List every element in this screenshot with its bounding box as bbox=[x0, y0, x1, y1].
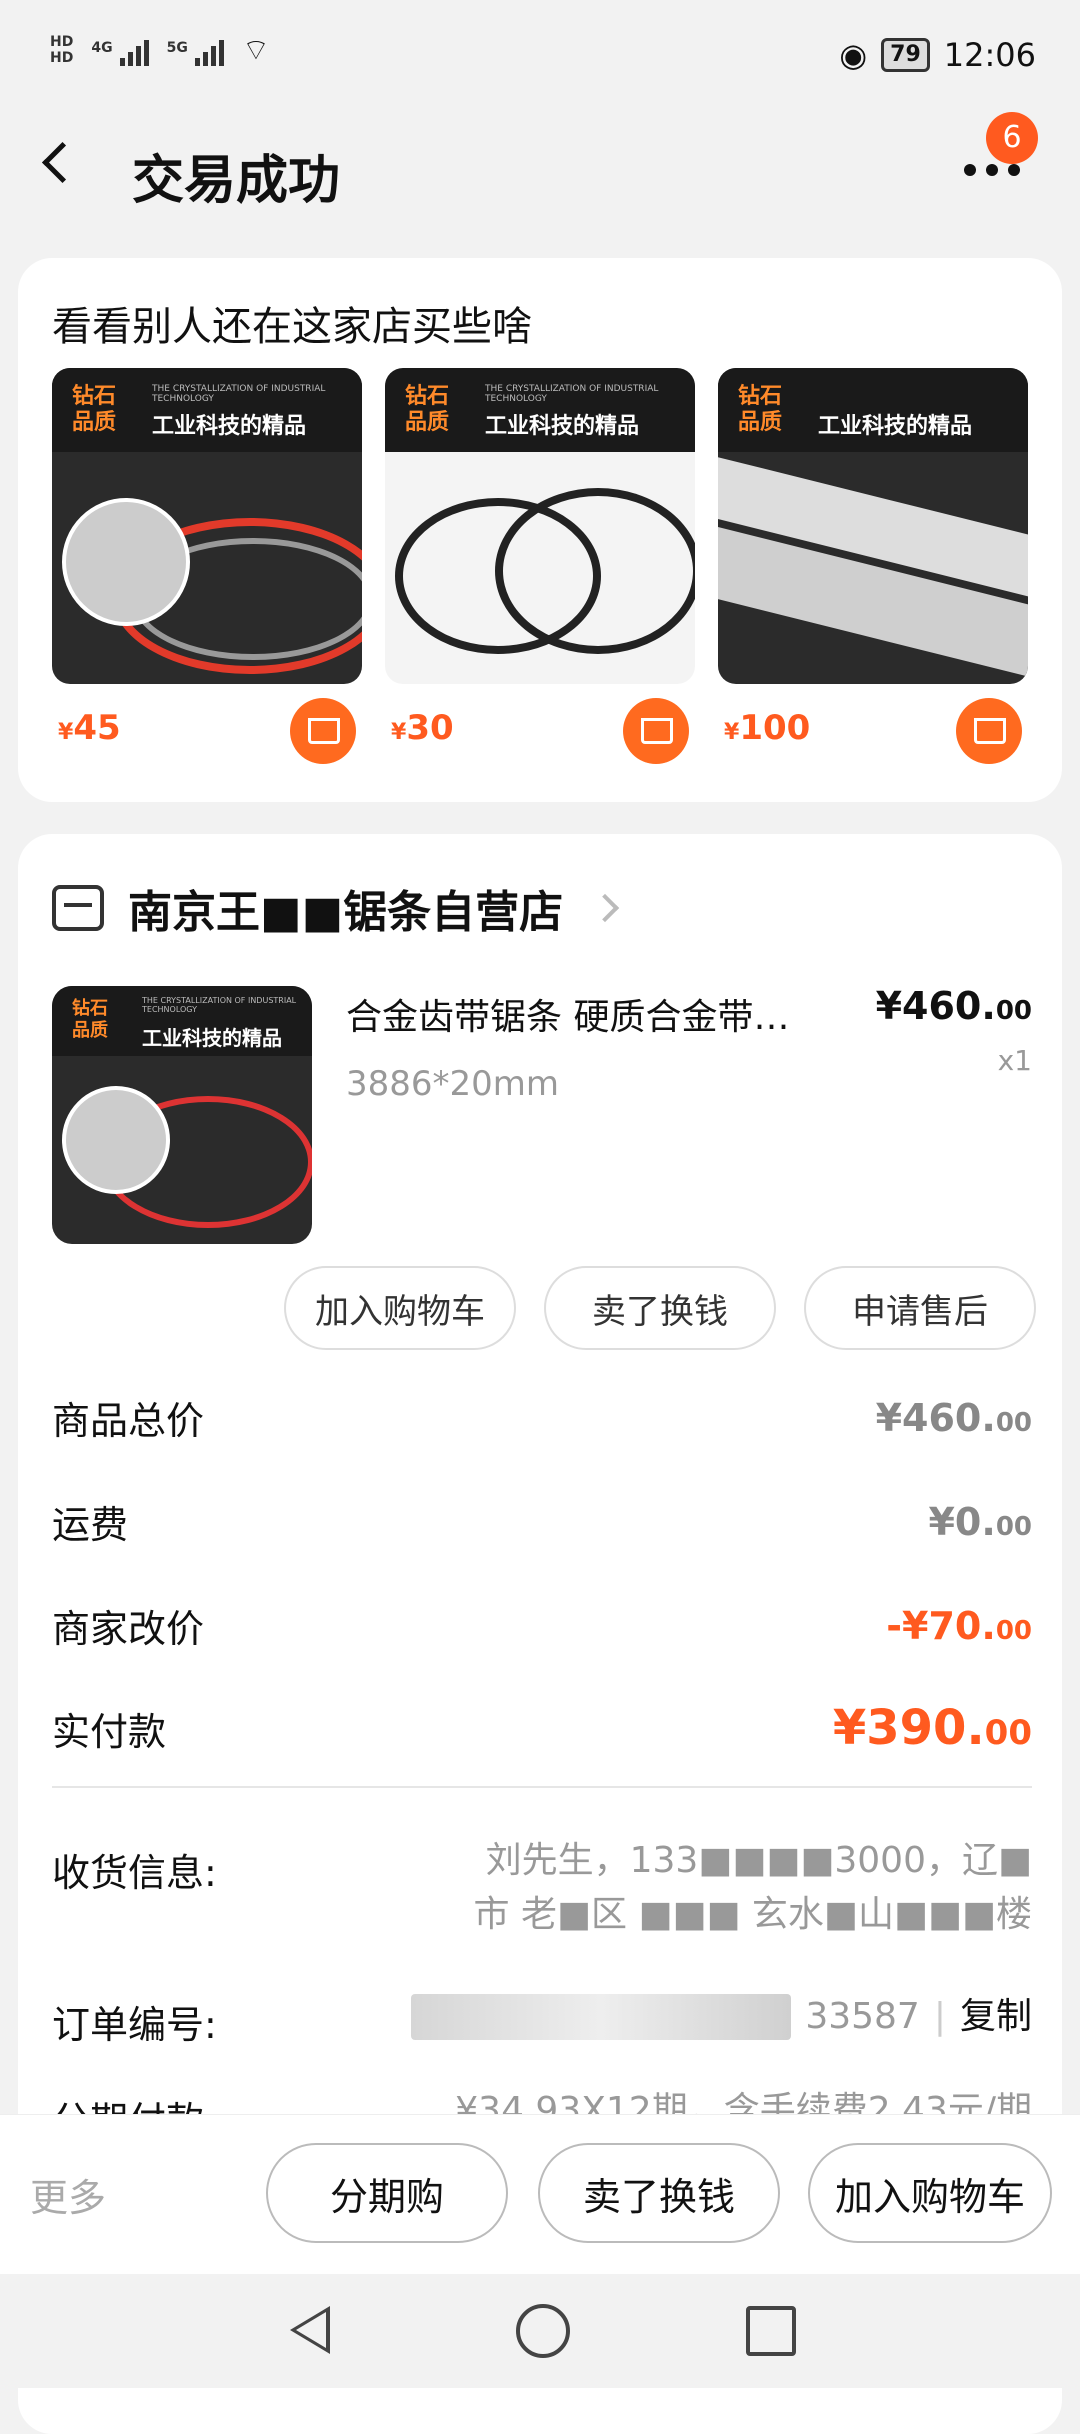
page-title: 交易成功 bbox=[132, 151, 341, 211]
installment-buy-button[interactable]: 分期购 bbox=[266, 2143, 508, 2243]
divider bbox=[52, 1786, 1032, 1788]
more-link[interactable]: 更多 bbox=[30, 2167, 106, 2222]
product-image[interactable]: 钻石品质 THE CRYSTALLIZATION OF INDUSTRIAL T… bbox=[385, 368, 695, 684]
order-item-price: ¥460.00 bbox=[875, 984, 1032, 1028]
battery-icon: 79 bbox=[881, 38, 930, 72]
summary-row-total: 商品总价 ¥460.00 bbox=[52, 1395, 1032, 1444]
recommend-product[interactable]: 钻石品质 工业科技的精品 ¥100 bbox=[718, 368, 1028, 764]
system-nav-bar bbox=[0, 2274, 1080, 2388]
back-icon[interactable] bbox=[41, 141, 84, 184]
recommend-product[interactable]: 钻石品质 THE CRYSTALLIZATION OF INDUSTRIAL T… bbox=[52, 368, 362, 764]
product-image[interactable]: 钻石品质 工业科技的精品 bbox=[718, 368, 1028, 684]
page-header: 交易成功 6 bbox=[0, 112, 1080, 230]
add-to-cart-icon[interactable] bbox=[956, 698, 1022, 764]
order-number-label: 订单编号: bbox=[52, 2003, 217, 2047]
order-item-spec: 3886*20mm bbox=[346, 1064, 560, 1104]
order-item-image[interactable]: 钻石品质 THE CRYSTALLIZATION OF INDUSTRIAL T… bbox=[52, 986, 312, 1244]
message-badge: 6 bbox=[986, 112, 1038, 164]
recommend-title: 看看别人还在这家店买些啥 bbox=[52, 304, 532, 350]
summary-row-discount: 商家改价 -¥70.00 bbox=[52, 1603, 1032, 1652]
copy-button[interactable]: 复制 bbox=[960, 1990, 1032, 2044]
order-item-qty: x1 bbox=[997, 1044, 1032, 1077]
nav-recents-icon[interactable] bbox=[746, 2306, 796, 2356]
bottom-action-bar: 更多 分期购 卖了换钱 加入购物车 bbox=[0, 2114, 1080, 2275]
signal-5g-icon: 5G bbox=[167, 40, 224, 66]
recommend-card: 看看别人还在这家店买些啥 钻石品质 THE CRYSTALLIZATION OF… bbox=[18, 258, 1062, 802]
add-to-cart-bottom-button[interactable]: 加入购物车 bbox=[808, 2143, 1052, 2243]
signal-icon: 4G bbox=[91, 40, 149, 66]
nav-home-icon[interactable] bbox=[516, 2304, 570, 2358]
shop-name: 南京王■■锯条自营店 bbox=[128, 887, 564, 938]
sell-for-cash-button[interactable]: 卖了换钱 bbox=[538, 2143, 780, 2243]
product-image[interactable]: 钻石品质 THE CRYSTALLIZATION OF INDUSTRIAL T… bbox=[52, 368, 362, 684]
product-price: ¥100 bbox=[724, 708, 811, 748]
summary-row-shipping: 运费 ¥0.00 bbox=[52, 1499, 1032, 1548]
order-item-title[interactable]: 合金齿带锯条 硬质合金带… bbox=[346, 988, 846, 1040]
wifi-icon: ⌔ bbox=[241, 33, 271, 68]
hd-indicator: HD HD bbox=[50, 34, 74, 66]
clock: 12:06 bbox=[943, 36, 1036, 74]
add-to-cart-icon[interactable] bbox=[290, 698, 356, 764]
add-to-cart-button[interactable]: 加入购物车 bbox=[284, 1266, 516, 1350]
store-icon bbox=[52, 885, 104, 931]
after-sales-button[interactable]: 申请售后 bbox=[804, 1266, 1036, 1350]
order-number: 33587 | 复制 bbox=[411, 1990, 1032, 2044]
eye-icon: ◉ bbox=[839, 36, 868, 74]
chevron-right-icon bbox=[591, 893, 620, 923]
shop-header[interactable]: 南京王■■锯条自营店 bbox=[52, 876, 620, 940]
add-to-cart-icon[interactable] bbox=[623, 698, 689, 764]
more-menu-icon[interactable] bbox=[964, 164, 1020, 176]
shipping-address: 刘先生，133■■■■3000，辽■ 市 老■区 ■■■ 玄水■山■■■楼 bbox=[473, 1840, 1032, 1935]
sell-button[interactable]: 卖了换钱 bbox=[544, 1266, 776, 1350]
summary-row-paid: 实付款 ¥390.00 bbox=[52, 1700, 1032, 1756]
product-price: ¥30 bbox=[391, 708, 454, 748]
product-price: ¥45 bbox=[58, 708, 121, 748]
nav-back-icon[interactable] bbox=[290, 2306, 330, 2354]
status-bar: HD HD 4G 5G ⌔ ◉ 79 12:06 bbox=[0, 0, 1080, 120]
shipping-label: 收货信息: bbox=[52, 1851, 217, 1895]
recommend-product[interactable]: 钻石品质 THE CRYSTALLIZATION OF INDUSTRIAL T… bbox=[385, 368, 695, 764]
